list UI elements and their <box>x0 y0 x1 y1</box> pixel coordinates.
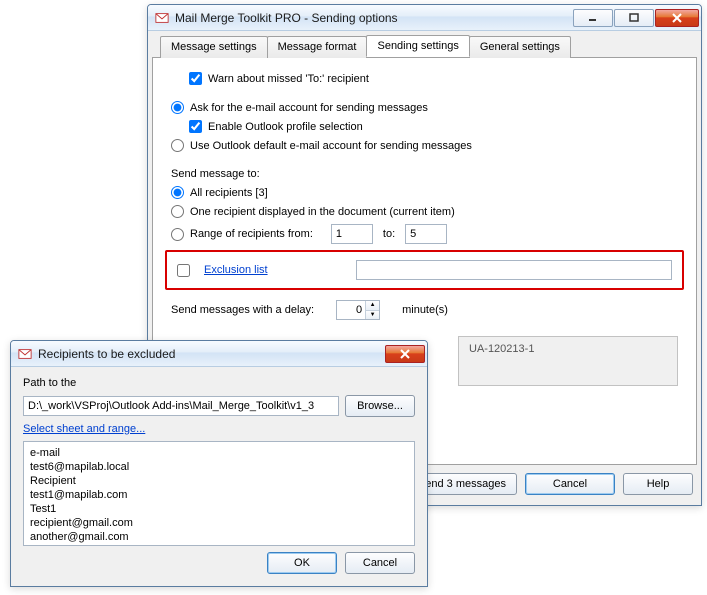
ga-readonly-box: UA-120213-1 <box>458 336 678 386</box>
tab-strip: Message settings Message format Sending … <box>160 35 697 57</box>
delay-up-icon[interactable]: ▲ <box>366 301 379 311</box>
recipients-list[interactable]: e-mail test6@mapilab.local Recipient tes… <box>23 441 415 546</box>
delay-label: Send messages with a delay: <box>171 304 314 316</box>
cancel-button[interactable]: Cancel <box>525 473 615 495</box>
app-icon <box>154 10 170 26</box>
exclusion-highlight: Exclusion list <box>165 250 684 290</box>
dialog-app-icon <box>17 346 33 362</box>
range-from-label: Range of recipients from: <box>190 228 313 240</box>
dialog-title: Recipients to be excluded <box>38 347 384 361</box>
enable-outlook-profile-label: Enable Outlook profile selection <box>208 121 363 133</box>
all-recipients-radio[interactable] <box>171 186 184 199</box>
tab-message-settings[interactable]: Message settings <box>160 36 268 58</box>
dialog-ok-button[interactable]: OK <box>267 552 337 574</box>
main-title: Mail Merge Toolkit PRO - Sending options <box>175 11 572 25</box>
exclusion-checkbox[interactable] <box>177 264 190 277</box>
recipients-list-content: e-mail test6@mapilab.local Recipient tes… <box>30 447 133 543</box>
dialog-footer: OK Cancel <box>23 546 415 578</box>
minimize-button[interactable] <box>573 9 613 27</box>
browse-button[interactable]: Browse... <box>345 395 415 417</box>
warn-missed-to-checkbox[interactable] <box>189 72 202 85</box>
tab-message-format[interactable]: Message format <box>267 36 368 58</box>
warn-missed-to-label: Warn about missed 'To:' recipient <box>208 73 369 85</box>
one-recipient-label: One recipient displayed in the document … <box>190 206 455 218</box>
help-button[interactable]: Help <box>623 473 693 495</box>
close-button[interactable] <box>655 9 699 27</box>
delay-down-icon[interactable]: ▼ <box>366 311 379 320</box>
range-from-input[interactable] <box>331 224 373 244</box>
tab-general-settings[interactable]: General settings <box>469 36 571 58</box>
use-default-account-radio[interactable] <box>171 139 184 152</box>
range-to-input[interactable] <box>405 224 447 244</box>
dialog-close-button[interactable] <box>385 345 425 363</box>
exclusion-dialog: Recipients to be excluded Path to the Br… <box>10 340 428 587</box>
range-radio[interactable] <box>171 228 184 241</box>
use-default-account-label: Use Outlook default e-mail account for s… <box>190 140 472 152</box>
exclusion-input[interactable] <box>356 260 672 280</box>
maximize-button[interactable] <box>614 9 654 27</box>
ask-account-radio[interactable] <box>171 101 184 114</box>
delay-unit-label: minute(s) <box>402 304 448 316</box>
delay-spinner[interactable]: ▲ ▼ <box>336 300 380 320</box>
ask-account-label: Ask for the e-mail account for sending m… <box>190 102 428 114</box>
send-to-heading: Send message to: <box>171 168 260 180</box>
main-titlebar: Mail Merge Toolkit PRO - Sending options <box>148 5 701 31</box>
ga-value: UA-120213-1 <box>469 343 534 355</box>
range-to-label: to: <box>383 228 395 240</box>
delay-input[interactable] <box>337 301 365 319</box>
path-input[interactable] <box>23 396 339 416</box>
dialog-client: Path to the Browse... Select sheet and r… <box>11 367 427 586</box>
dialog-cancel-button[interactable]: Cancel <box>345 552 415 574</box>
one-recipient-radio[interactable] <box>171 205 184 218</box>
enable-outlook-profile-checkbox[interactable] <box>189 120 202 133</box>
select-sheet-link[interactable]: Select sheet and range... <box>23 423 145 435</box>
dialog-titlebar: Recipients to be excluded <box>11 341 427 367</box>
tab-sending-settings[interactable]: Sending settings <box>366 35 469 57</box>
exclusion-list-link[interactable]: Exclusion list <box>204 264 268 276</box>
path-label: Path to the <box>23 377 76 389</box>
all-recipients-label: All recipients [3] <box>190 187 268 199</box>
